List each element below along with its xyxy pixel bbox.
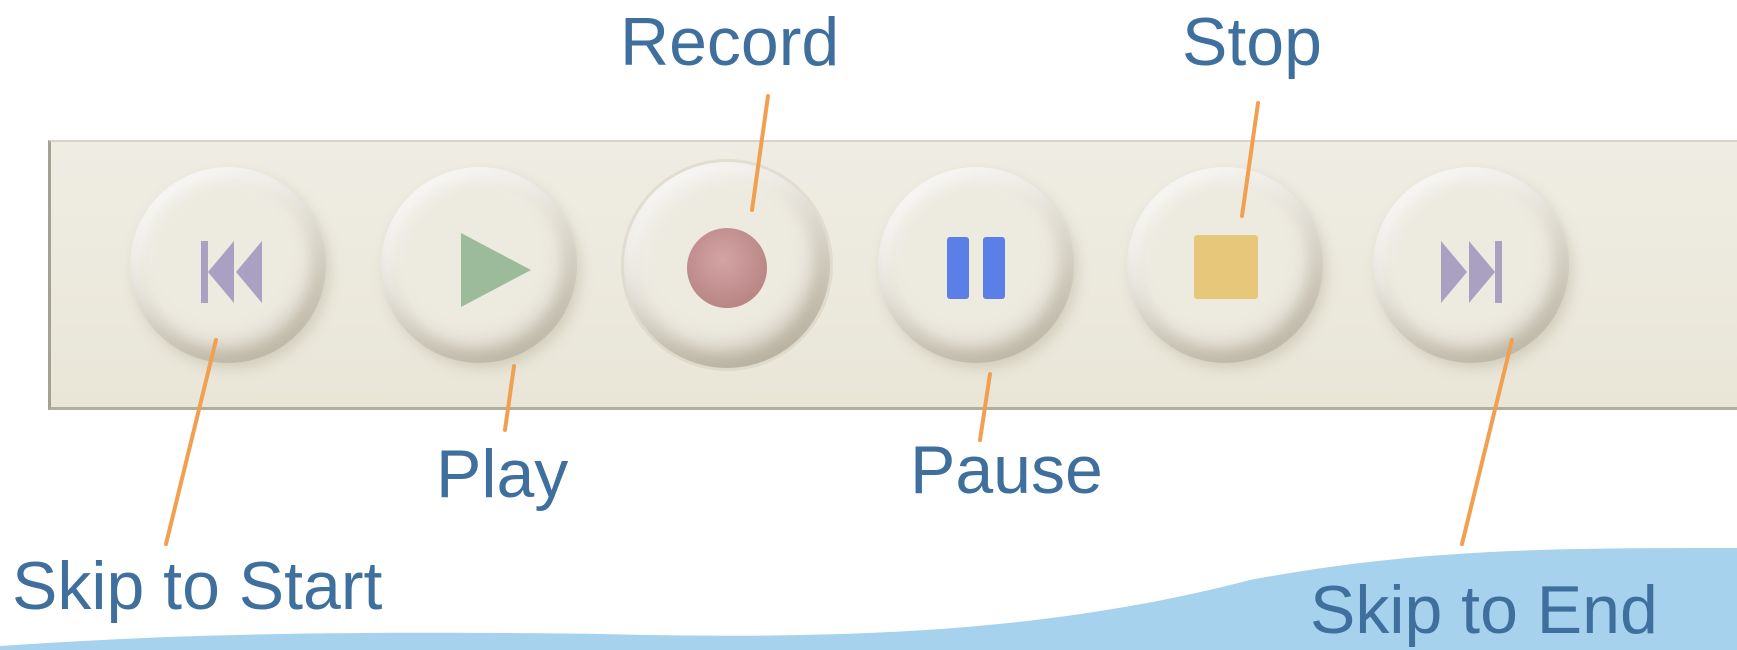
stop-label: Stop: [1182, 4, 1322, 80]
play-button[interactable]: [381, 167, 577, 363]
play-icon: [461, 233, 531, 307]
play-label: Play: [436, 436, 569, 512]
pause-button[interactable]: [878, 167, 1074, 363]
skip-to-end-icon: [1441, 241, 1502, 303]
record-icon: [687, 228, 767, 308]
skip-to-end-label: Skip to End: [1310, 572, 1658, 648]
stop-icon: [1194, 235, 1258, 299]
stop-button[interactable]: [1127, 167, 1323, 363]
record-label: Record: [620, 4, 840, 80]
pause-icon: [947, 237, 1005, 299]
pause-label: Pause: [910, 432, 1103, 508]
skip-to-end-button[interactable]: [1373, 167, 1569, 363]
record-button[interactable]: [624, 162, 830, 368]
skip-to-start-label: Skip to Start: [12, 548, 383, 624]
skip-to-start-button[interactable]: [130, 167, 326, 363]
transport-toolbar: [48, 140, 1737, 410]
skip-to-start-icon: [201, 241, 262, 303]
